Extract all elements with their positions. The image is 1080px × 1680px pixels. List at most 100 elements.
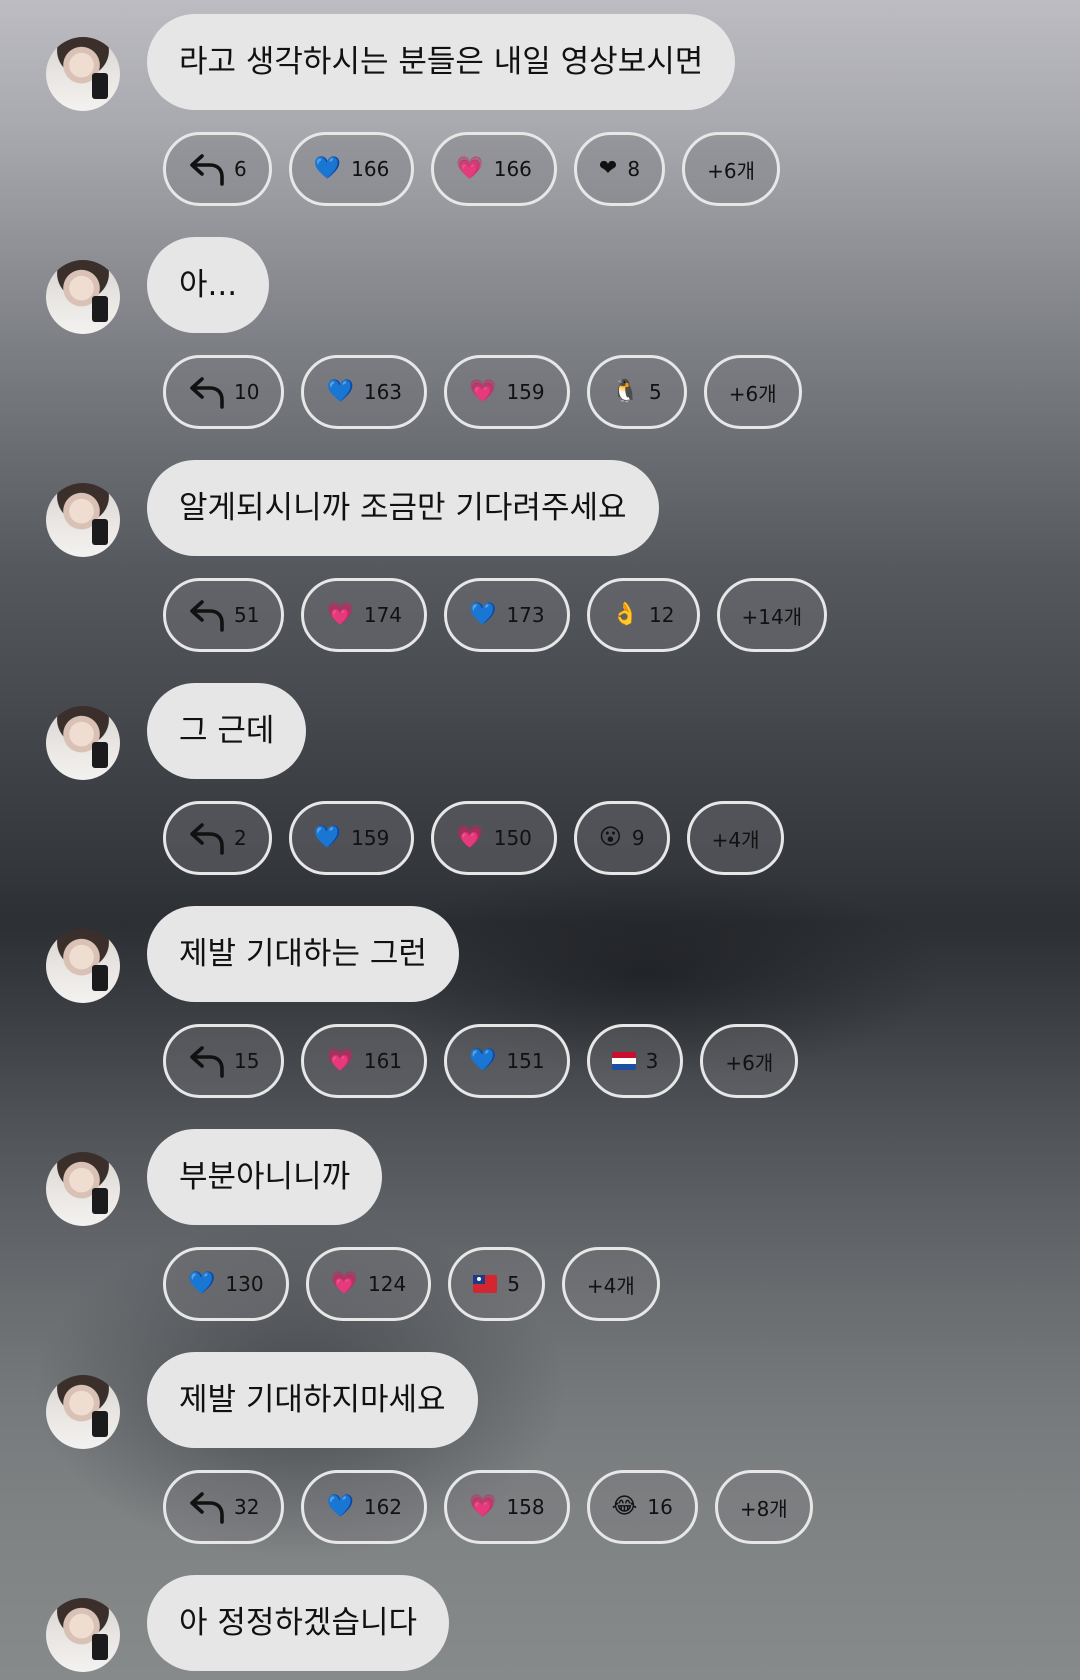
more-reactions-button[interactable]: +6개 xyxy=(700,1024,799,1098)
reaction-count: 5 xyxy=(507,1272,520,1296)
reaction-row: 51 💗 174 💙 173 👌 12 +14개 xyxy=(163,578,828,652)
reply-button[interactable]: 32 xyxy=(163,1470,285,1544)
reply-arrow-icon xyxy=(188,598,234,632)
avatar[interactable] xyxy=(46,37,120,111)
more-reactions-label: +14개 xyxy=(741,604,803,629)
message-bubble[interactable]: 제발 기대하는 그런 xyxy=(147,906,459,1002)
more-reactions-button[interactable]: +14개 xyxy=(716,578,828,652)
reaction-count: 159 xyxy=(351,826,390,850)
reply-button[interactable]: 6 xyxy=(163,132,272,206)
reaction-count: 9 xyxy=(631,826,645,850)
avatar[interactable] xyxy=(46,483,120,557)
reaction-count: 2 xyxy=(234,826,247,850)
reaction-pill[interactable]: 💙 130 xyxy=(163,1247,289,1321)
reaction-pill[interactable]: 💙 173 xyxy=(444,578,570,652)
reaction-pill[interactable]: 💗 124 xyxy=(305,1247,432,1321)
blue-heart-icon: 💙 xyxy=(469,602,497,627)
reaction-count: 158 xyxy=(506,1495,545,1519)
message-bubble[interactable]: 부분아니니까 xyxy=(147,1129,383,1225)
pink-heart-icon: 💗 xyxy=(326,602,354,627)
reaction-count: 6 xyxy=(234,157,247,181)
message-bubble[interactable]: 그 근데 xyxy=(147,683,307,779)
more-reactions-button[interactable]: +6개 xyxy=(682,132,780,206)
message-bubble[interactable]: 아 정정하겠습니다 xyxy=(147,1575,450,1671)
reaction-row: 6 💙 166 💗 166 ❤ 8 +6개 xyxy=(163,132,780,206)
reaction-pill[interactable]: 💗 159 xyxy=(444,355,570,429)
more-reactions-button[interactable]: +8개 xyxy=(714,1470,813,1544)
reaction-count: 16 xyxy=(647,1495,673,1519)
reaction-pill[interactable]: 💗 174 xyxy=(301,578,428,652)
reaction-pill[interactable]: 💙 166 xyxy=(288,132,415,206)
surprised-face-icon: 😮 xyxy=(598,825,622,850)
reaction-pill[interactable]: 💗 161 xyxy=(301,1024,428,1098)
avatar[interactable] xyxy=(46,1375,120,1449)
reply-button[interactable]: 10 xyxy=(163,355,285,429)
more-reactions-label: +8개 xyxy=(739,1496,788,1521)
reaction-count: 10 xyxy=(234,380,260,404)
ok-hand-icon: 👌 xyxy=(611,602,640,627)
reaction-pill[interactable]: 💙 163 xyxy=(301,355,428,429)
reaction-pill[interactable]: 💙 159 xyxy=(288,801,415,875)
message-bubble[interactable]: 라고 생각하시는 분들은 내일 영상보시면 xyxy=(147,14,736,110)
more-reactions-label: +6개 xyxy=(728,381,777,406)
more-reactions-label: +4개 xyxy=(711,827,760,852)
reaction-count: 162 xyxy=(363,1495,403,1519)
reaction-pill[interactable]: 5 xyxy=(448,1247,545,1321)
reaction-count: 163 xyxy=(363,380,403,404)
reaction-row: 10 💙 163 💗 159 🐧 5 +6개 xyxy=(163,355,802,429)
penguin-icon: 🐧 xyxy=(611,379,640,404)
pink-heart-icon: 💗 xyxy=(456,156,484,181)
more-reactions-button[interactable]: +6개 xyxy=(703,355,802,429)
pink-heart-icon: 💗 xyxy=(456,825,484,850)
reaction-count: 8 xyxy=(627,157,641,181)
reaction-pill[interactable]: 👌 12 xyxy=(586,578,700,652)
reaction-row: 2 💙 159 💗 150 😮 9 +4개 xyxy=(163,801,785,875)
reaction-pill[interactable]: 😂 16 xyxy=(586,1470,698,1544)
reaction-pill[interactable]: 💗 150 xyxy=(431,801,557,875)
blue-heart-icon: 💙 xyxy=(313,825,342,850)
more-reactions-button[interactable]: +4개 xyxy=(686,801,785,875)
reaction-count: 3 xyxy=(645,1049,659,1073)
reaction-pill[interactable]: 💗 158 xyxy=(444,1470,570,1544)
avatar[interactable] xyxy=(46,929,120,1003)
reaction-count: 173 xyxy=(506,603,545,627)
blue-heart-icon: 💙 xyxy=(326,1494,354,1519)
pink-heart-icon: 💗 xyxy=(330,1271,358,1296)
reaction-pill[interactable]: 3 xyxy=(586,1024,684,1098)
reaction-count: 130 xyxy=(225,1272,264,1296)
reply-arrow-icon xyxy=(188,152,234,186)
message-bubble[interactable]: 알게되시니까 조금만 기다려주세요 xyxy=(147,460,659,556)
reaction-pill[interactable]: 😮 9 xyxy=(573,801,670,875)
reaction-pill[interactable]: 🐧 5 xyxy=(586,355,687,429)
pink-heart-icon: 💗 xyxy=(469,379,497,404)
reaction-count: 124 xyxy=(368,1272,407,1296)
avatar[interactable] xyxy=(46,260,120,334)
reaction-count: 12 xyxy=(649,603,675,627)
black-heart-icon: ❤ xyxy=(598,156,618,181)
blue-heart-icon: 💙 xyxy=(326,379,354,404)
more-reactions-button[interactable]: +4개 xyxy=(561,1247,660,1321)
reaction-count: 32 xyxy=(234,1495,260,1519)
reaction-count: 166 xyxy=(351,157,390,181)
netherlands-flag-icon xyxy=(611,1052,636,1070)
message-bubble[interactable]: 아... xyxy=(147,237,270,333)
reaction-pill[interactable]: 💗 166 xyxy=(431,132,557,206)
reply-button[interactable]: 15 xyxy=(163,1024,285,1098)
reaction-count: 159 xyxy=(506,380,545,404)
more-reactions-label: +6개 xyxy=(707,158,755,183)
pink-heart-icon: 💗 xyxy=(326,1048,354,1073)
avatar[interactable] xyxy=(46,1598,120,1672)
avatar[interactable] xyxy=(46,1152,120,1226)
reply-button[interactable]: 51 xyxy=(163,578,285,652)
more-reactions-label: +4개 xyxy=(586,1273,635,1298)
blue-heart-icon: 💙 xyxy=(469,1048,497,1073)
reaction-pill[interactable]: 💙 151 xyxy=(444,1024,570,1098)
reply-button[interactable]: 2 xyxy=(163,801,272,875)
message-bubble[interactable]: 제발 기대하지마세요 xyxy=(147,1352,478,1448)
reaction-row: 💙 130 💗 124 5 +4개 xyxy=(163,1247,660,1321)
pink-heart-icon: 💗 xyxy=(469,1494,497,1519)
reply-arrow-icon xyxy=(188,1490,234,1524)
reaction-pill[interactable]: ❤ 8 xyxy=(573,132,666,206)
reaction-pill[interactable]: 💙 162 xyxy=(301,1470,428,1544)
avatar[interactable] xyxy=(46,706,120,780)
